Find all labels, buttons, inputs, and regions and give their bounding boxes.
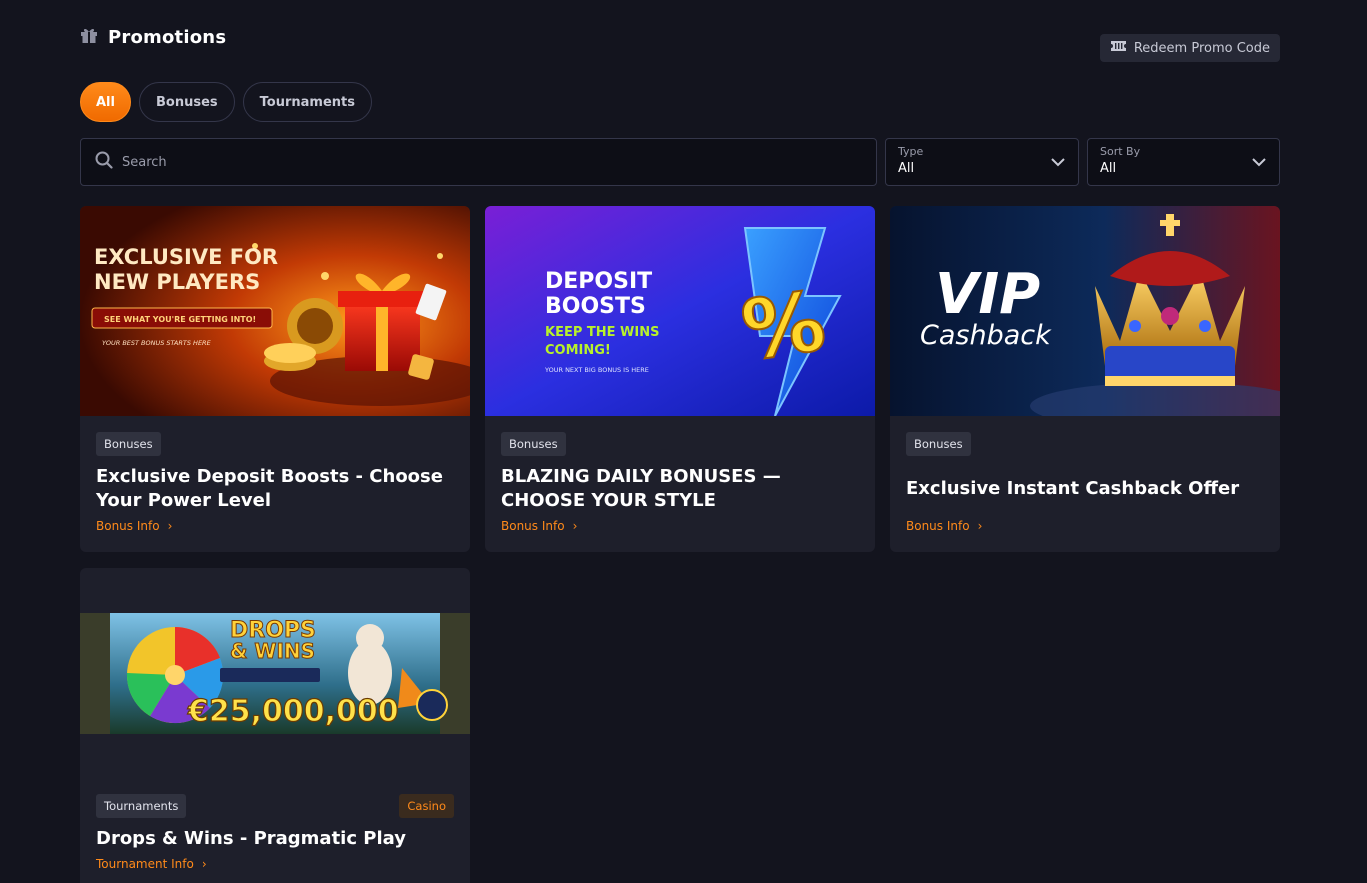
banner-text: & WINS [230, 639, 315, 663]
banner-text: SEE WHAT YOU'RE GETTING INTO! [104, 315, 256, 324]
sort-select-label: Sort By [1100, 145, 1141, 158]
banner-text: EXCLUSIVE FOR [94, 245, 278, 269]
banner-text: COMING! [545, 343, 611, 358]
promo-banner-image[interactable]: % DEPOSIT BOOSTS KEEP THE WINS COMING! Y… [485, 206, 875, 416]
tab-tournaments[interactable]: Tournaments [242, 82, 372, 122]
page-header: Promotions Redeem Promo Code [80, 26, 1280, 66]
page-title: Promotions [108, 26, 227, 48]
promo-card[interactable]: DROPS & WINS €25,000,000 Tournaments Cas… [80, 568, 470, 883]
gift-icon [80, 26, 98, 48]
search-icon [95, 151, 113, 173]
banner-text: Cashback [920, 320, 1052, 351]
filter-tabs: All Bonuses Tournaments [80, 82, 372, 122]
banner-text: VIP [935, 262, 1040, 327]
casino-badge: Casino [399, 794, 454, 818]
type-select-label: Type [898, 145, 924, 158]
bonus-info-link[interactable]: Bonus Info › [501, 519, 577, 533]
banner-text: BOOSTS [545, 294, 646, 319]
category-tag: Bonuses [906, 432, 971, 456]
redeem-promo-code-button[interactable]: Redeem Promo Code [1099, 34, 1280, 62]
promo-card[interactable]: EXCLUSIVE FOR NEW PLAYERS SEE WHAT YOU'R… [80, 206, 470, 552]
bonus-info-label: Bonus Info [501, 519, 565, 533]
promo-banner-image[interactable]: DROPS & WINS €25,000,000 [80, 613, 470, 734]
bonus-info-label: Bonus Info [906, 519, 970, 533]
card-title: Exclusive Deposit Boosts - Choose Your P… [96, 466, 443, 511]
redeem-label: Redeem Promo Code [1133, 40, 1270, 56]
tournament-info-label: Tournament Info [96, 857, 194, 871]
promo-card[interactable]: % DEPOSIT BOOSTS KEEP THE WINS COMING! Y… [485, 206, 875, 552]
banner-text: NEW PLAYERS [94, 270, 260, 294]
tab-all[interactable]: All [80, 82, 131, 122]
ticket-icon [1110, 39, 1127, 57]
search-box [80, 138, 877, 186]
chevron-right-icon: › [572, 519, 578, 533]
bonus-info-link[interactable]: Bonus Info › [96, 519, 172, 533]
promo-banner-image[interactable]: EXCLUSIVE FOR NEW PLAYERS SEE WHAT YOU'R… [80, 206, 470, 416]
type-select[interactable]: Type All [885, 138, 1079, 186]
tab-bonuses[interactable]: Bonuses [138, 82, 235, 122]
chevron-right-icon: › [201, 857, 207, 871]
banner-text: DEPOSIT [545, 269, 652, 294]
title-wrap: Promotions [80, 26, 226, 48]
search-input[interactable] [122, 154, 822, 170]
promo-card[interactable]: VIP Cashback Bonuses Exclusive Instant C… [890, 206, 1280, 552]
percent-symbol: % [736, 274, 831, 380]
type-select-value: All [898, 161, 915, 176]
card-title: Exclusive Instant Cashback Offer [906, 478, 1240, 499]
sort-select[interactable]: Sort By All [1087, 138, 1280, 186]
banner-text: YOUR NEXT BIG BONUS IS HERE [544, 366, 649, 374]
category-tag: Bonuses [96, 432, 161, 456]
card-title: Drops & Wins - Pragmatic Play [96, 828, 406, 849]
sort-select-value: All [1100, 161, 1117, 176]
category-tag: Bonuses [501, 432, 566, 456]
tournament-info-link[interactable]: Tournament Info › [96, 857, 207, 871]
bonus-info-label: Bonus Info [96, 519, 160, 533]
category-tag: Tournaments [96, 794, 187, 818]
chevron-right-icon: › [167, 519, 173, 533]
banner-text: KEEP THE WINS [545, 325, 659, 340]
promo-banner-image[interactable]: VIP Cashback [890, 206, 1280, 416]
promotions-page: Promotions Redeem Promo Code All Bonuses… [0, 0, 1367, 883]
card-title: BLAZING DAILY BONUSES — CHOOSE YOUR STYL… [501, 466, 781, 511]
banner-text: YOUR BEST BONUS STARTS HERE [102, 339, 212, 347]
chevron-right-icon: › [977, 519, 983, 533]
banner-text: €25,000,000 [187, 694, 399, 729]
bonus-info-link[interactable]: Bonus Info › [906, 519, 982, 533]
